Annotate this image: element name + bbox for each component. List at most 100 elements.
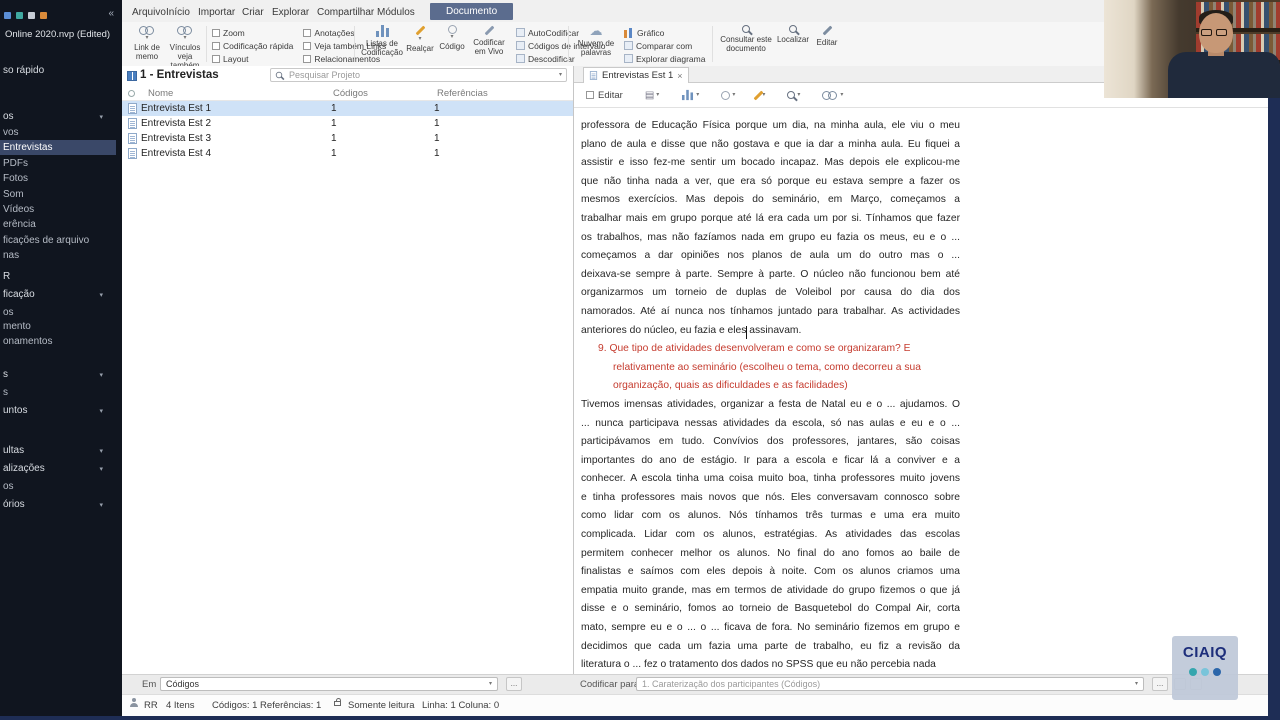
- zoom-icon-button[interactable]: ▾: [787, 91, 800, 99]
- explore-diagram-button[interactable]: Explorar diagrama: [624, 53, 705, 64]
- edit-checkbox[interactable]: Editar: [586, 90, 623, 101]
- table-row-entrevista-est-4[interactable]: Entrevista Est 4 1 1: [122, 146, 573, 161]
- tab-modulos[interactable]: Módulos: [373, 6, 419, 19]
- text-line: assistir e isso fez-me sentir um bocado …: [581, 157, 960, 169]
- edit-button[interactable]: Editar: [812, 25, 842, 47]
- compare-with-button[interactable]: Comparar com: [624, 40, 705, 51]
- app-icon[interactable]: [28, 11, 35, 19]
- text-line: disse e o seminário, fomos ao torneio de…: [581, 603, 960, 615]
- highlight-button[interactable]: ▾ Realçar: [404, 25, 436, 53]
- document-panel: Entrevistas Est 1 × Editar ▤ ▾ ▾ ▾ ▾ ▾ ▾ …: [574, 66, 1268, 674]
- list-panel: 1 - Entrevistas ▾ Nome Códigos Referênci…: [122, 66, 574, 674]
- sidebar-item-mapas[interactable]: os: [0, 479, 116, 494]
- sidebar-item-files[interactable]: vos: [0, 125, 116, 140]
- text-line: mato, sempre eu e o ... o ... ficava de …: [581, 622, 960, 634]
- document-tab-entrevistas-est-1[interactable]: Entrevistas Est 1 ×: [583, 67, 689, 83]
- see-also-links-button[interactable]: ▾ Vínculos veja também: [166, 25, 204, 71]
- sidebar-section-codificacao[interactable]: ficação ▾: [0, 287, 116, 302]
- text-layout-icon-button[interactable]: ▤ ▾: [645, 90, 659, 101]
- column-header-nome[interactable]: Nome: [148, 88, 173, 99]
- user-initials: RR: [144, 700, 158, 711]
- tab-importar[interactable]: Importar: [194, 6, 239, 19]
- sidebar-section-visualizacoes[interactable]: alizações ▾: [0, 461, 116, 476]
- chevron-down-icon: ▾: [732, 92, 736, 98]
- memo-link-button[interactable]: ▾ Link de memo: [128, 25, 166, 61]
- code-button[interactable]: ▾ Código: [436, 25, 468, 51]
- tab-inicio[interactable]: Início: [162, 6, 194, 19]
- select-column-icon: [128, 90, 135, 97]
- sidebar-item-sentimento[interactable]: mento: [0, 319, 116, 334]
- sidebar-section-consultas[interactable]: ultas ▾: [0, 443, 116, 458]
- code-to-select[interactable]: 1. Caraterização dos participantes (Códi…: [636, 677, 1144, 691]
- coding-stripes-button[interactable]: Listas de Codificação: [360, 25, 404, 57]
- sidebar-item-som[interactable]: Som: [0, 187, 116, 202]
- sidebar-item-entrevistas[interactable]: Entrevistas: [0, 140, 116, 155]
- text-line: Tivemos imensas atividades, organizar a …: [581, 398, 960, 410]
- uncode-icon: [516, 54, 525, 63]
- tab-compartilhar[interactable]: Compartilhar: [313, 6, 378, 19]
- app-icon[interactable]: [16, 11, 23, 19]
- layout-checkbox[interactable]: Layout: [212, 53, 293, 64]
- find-button[interactable]: Localizar: [774, 25, 812, 44]
- sidebar-item-relacionamentos[interactable]: onamentos: [0, 334, 116, 349]
- sidebar-item-codigos[interactable]: os: [0, 305, 116, 320]
- sidebar-item-referencia[interactable]: erência: [0, 217, 116, 232]
- sidebar-item-quick-access[interactable]: so rápido: [0, 63, 116, 78]
- codes-references: Códigos: 1 Referências: 1: [212, 700, 322, 711]
- tab-documento[interactable]: Documento: [430, 3, 514, 20]
- find-icon: [789, 25, 797, 33]
- quick-coding-checkbox[interactable]: Codificação rápida: [212, 40, 293, 51]
- sidebar-item-casos[interactable]: s: [0, 385, 116, 400]
- text-line: plano de aula e disse que não gostava e …: [581, 138, 960, 150]
- text-line: trabalhar mais em grupo porque até lá er…: [581, 212, 960, 224]
- tab-criar[interactable]: Criar: [238, 6, 268, 19]
- sidebar-item-pdfs[interactable]: PDFs: [0, 156, 116, 171]
- code-in-select[interactable]: Códigos ▾: [160, 677, 498, 691]
- coding-stripes-icon-button[interactable]: ▾: [681, 89, 699, 101]
- sidebar-collapse-icon[interactable]: «: [108, 9, 114, 19]
- chevron-down-icon: ▾: [145, 35, 149, 41]
- query-this-document-button[interactable]: Consultar este documento: [718, 25, 774, 53]
- code-in-vivo-button[interactable]: Codificar em Vivo: [468, 25, 510, 56]
- close-icon[interactable]: ×: [677, 71, 682, 81]
- chart-button[interactable]: Gráfico: [624, 27, 705, 38]
- sidebar-section-data[interactable]: os ▾: [0, 109, 116, 124]
- table-row-entrevista-est-1[interactable]: Entrevista Est 1 1 1: [122, 101, 573, 116]
- code-icon-button[interactable]: ▾: [721, 90, 736, 100]
- more-options-button[interactable]: ...: [506, 677, 522, 691]
- column-header-referencias[interactable]: Referências: [437, 88, 488, 99]
- chevron-down-icon: ▾: [99, 466, 103, 473]
- chevron-down-icon: ▾: [1134, 681, 1138, 687]
- tab-explorar[interactable]: Explorar: [268, 6, 313, 19]
- question-line: 9. Que tipo de atividades desenvolveram …: [598, 343, 911, 355]
- autocode-icon: [516, 28, 525, 37]
- chevron-down-icon[interactable]: ▾: [559, 72, 562, 78]
- sidebar-item-videos[interactable]: Vídeos: [0, 202, 116, 217]
- sidebar-section-relatorios[interactable]: órios ▾: [0, 497, 116, 512]
- more-options-button[interactable]: ...: [1152, 677, 1168, 691]
- word-cloud-button[interactable]: ☁ Nuvem de palavras: [574, 24, 618, 57]
- app-icon[interactable]: [4, 11, 11, 19]
- sidebar-item-fotos[interactable]: Fotos: [0, 171, 116, 186]
- zoom-checkbox[interactable]: Zoom: [212, 27, 293, 38]
- sidebar-item-externas[interactable]: nas: [0, 248, 116, 263]
- links-icon-button[interactable]: ▾: [822, 90, 843, 100]
- items-count: 4 Itens: [166, 700, 195, 711]
- highlight-icon-button[interactable]: ▾: [753, 90, 765, 101]
- sidebar-section-conjuntos[interactable]: untos ▾: [0, 403, 116, 418]
- document-content[interactable]: professora de Educação Física porque um …: [574, 108, 1268, 674]
- chevron-down-icon: ▾: [696, 92, 700, 98]
- table-row-entrevista-est-2[interactable]: Entrevista Est 2 1 1: [122, 116, 573, 131]
- sidebar-item-classificacoes-arquivo[interactable]: ficações de arquivo: [0, 233, 116, 248]
- sidebar-section-organize[interactable]: R: [0, 269, 116, 284]
- search-input[interactable]: [287, 69, 555, 81]
- chevron-down-icon: ▾: [99, 448, 103, 455]
- text-line: literatura o ... fez o tratamento dos da…: [581, 659, 936, 671]
- app-icon[interactable]: [40, 11, 47, 19]
- project-search-box[interactable]: ▾: [270, 68, 567, 82]
- search-icon: [742, 25, 750, 33]
- ciaiq-logo-dots: [1172, 668, 1238, 676]
- table-row-entrevista-est-3[interactable]: Entrevista Est 3 1 1: [122, 131, 573, 146]
- column-header-codigos[interactable]: Códigos: [333, 88, 368, 99]
- sidebar-section-casos[interactable]: s ▾: [0, 367, 116, 382]
